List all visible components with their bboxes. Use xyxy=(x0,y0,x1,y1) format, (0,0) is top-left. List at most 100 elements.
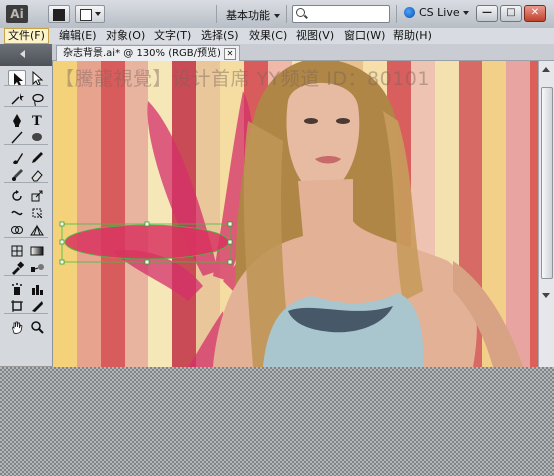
symbol-sprayer-icon xyxy=(12,283,22,295)
width-icon xyxy=(11,210,23,216)
bridge-icon xyxy=(53,9,65,21)
menu-bar: 文件(F) 编辑(E) 对象(O) 文字(T) 选择(S) 效果(C) 视图(V… xyxy=(0,28,554,45)
close-icon: ✕ xyxy=(530,7,540,18)
artwork xyxy=(59,61,523,367)
mesh-icon xyxy=(11,245,23,257)
tool-group-divider xyxy=(4,237,48,238)
tool-group-divider xyxy=(4,85,48,86)
selection-icon xyxy=(14,73,23,86)
type-tool[interactable]: T xyxy=(28,112,46,128)
free-transform-tool[interactable] xyxy=(28,205,46,221)
vertical-scrollbar[interactable] xyxy=(538,61,554,367)
cs-live-label: CS Live xyxy=(419,6,460,19)
scroll-down-icon[interactable] xyxy=(542,293,550,298)
perspective-grid-tool[interactable] xyxy=(28,222,46,238)
menu-view[interactable]: 视图(V) xyxy=(293,29,337,43)
menu-type[interactable]: 文字(T) xyxy=(151,29,194,43)
paintbrush-icon xyxy=(13,153,23,165)
arrange-documents-icon xyxy=(80,9,92,21)
blob-brush-icon xyxy=(12,169,23,181)
tool-group-divider xyxy=(4,144,48,145)
ellipse-tool[interactable] xyxy=(28,129,46,145)
zoom-icon xyxy=(31,321,44,334)
chevron-down-icon xyxy=(462,11,469,15)
search-input[interactable] xyxy=(309,7,383,19)
blend-icon xyxy=(31,264,44,272)
perspective-grid-icon xyxy=(30,224,44,236)
document-tab[interactable]: 杂志背景.ai* @ 130% (RGB/预览) ✕ xyxy=(56,45,240,61)
gradient-icon xyxy=(30,246,44,256)
tool-group-divider xyxy=(4,313,48,314)
type-icon: T xyxy=(32,114,42,127)
eyedropper-tool[interactable] xyxy=(8,260,26,276)
tools-panel: T ⇆ xyxy=(0,44,53,402)
direct-selection-tool[interactable] xyxy=(28,70,46,86)
menu-file[interactable]: 文件(F) xyxy=(4,28,49,44)
tool-group-divider xyxy=(4,275,48,276)
blob-brush-tool[interactable] xyxy=(8,167,26,183)
free-transform-icon xyxy=(32,208,43,219)
eraser-tool[interactable] xyxy=(28,167,46,183)
artboard-canvas[interactable]: 【騰龍視覺】设计首席 YY频道 ID：80101 xyxy=(53,61,554,367)
tools-panel-header[interactable] xyxy=(0,44,52,66)
rotate-tool[interactable] xyxy=(8,188,26,204)
pencil-tool[interactable] xyxy=(28,150,46,166)
search-icon xyxy=(296,8,305,17)
eraser-icon xyxy=(31,170,43,182)
restore-icon: □ xyxy=(506,7,516,18)
column-graph-tool[interactable] xyxy=(28,281,46,297)
slice-tool[interactable] xyxy=(28,298,46,314)
search-field[interactable] xyxy=(292,5,390,23)
selection-tool[interactable] xyxy=(8,70,26,86)
title-bar: Ai 基本功能 CS Live — □ ✕ xyxy=(0,0,554,29)
rotate-icon xyxy=(12,190,22,201)
document-tab-label: 杂志背景.ai* @ 130% (RGB/预览) xyxy=(63,48,221,59)
restore-button[interactable]: □ xyxy=(500,5,522,22)
watermark-text: 【騰龍視覺】设计首席 YY频道 ID：80101 xyxy=(55,68,430,90)
hand-tool[interactable] xyxy=(8,319,26,335)
paintbrush-tool[interactable] xyxy=(8,150,26,166)
menu-select[interactable]: 选择(S) xyxy=(198,29,242,43)
chevron-down-icon xyxy=(274,14,280,18)
gradient-tool[interactable] xyxy=(28,243,46,259)
minimize-button[interactable]: — xyxy=(476,5,498,22)
line-tool[interactable] xyxy=(8,129,26,145)
bridge-button[interactable] xyxy=(48,5,70,23)
symbol-sprayer-tool[interactable] xyxy=(8,281,26,297)
scroll-up-icon[interactable] xyxy=(542,67,550,72)
width-tool[interactable] xyxy=(8,205,26,221)
slice-icon xyxy=(32,301,43,312)
magic-wand-tool[interactable] xyxy=(8,91,26,107)
hand-icon xyxy=(12,321,23,334)
workspace-switcher[interactable]: 基本功能 xyxy=(226,7,280,23)
close-button[interactable]: ✕ xyxy=(524,5,546,22)
menu-effect[interactable]: 效果(C) xyxy=(246,29,290,43)
menu-window[interactable]: 窗口(W) xyxy=(341,29,388,43)
menu-help[interactable]: 帮助(H) xyxy=(390,29,435,43)
collapse-icon xyxy=(20,50,25,58)
scale-tool[interactable] xyxy=(28,188,46,204)
close-tab-icon[interactable]: ✕ xyxy=(223,48,236,60)
chevron-down-icon xyxy=(95,12,101,16)
blend-tool[interactable] xyxy=(28,260,46,276)
transparent-area xyxy=(0,367,554,476)
cs-live-button[interactable]: CS Live xyxy=(404,6,469,19)
pen-icon xyxy=(13,114,21,127)
menu-object[interactable]: 对象(O) xyxy=(103,29,148,43)
pen-tool[interactable] xyxy=(8,112,26,128)
artboard-tool[interactable] xyxy=(8,298,26,314)
zoom-tool[interactable] xyxy=(28,319,46,335)
lasso-tool[interactable] xyxy=(28,91,46,107)
document-tab-bar: 杂志背景.ai* @ 130% (RGB/预览) ✕ xyxy=(52,44,554,61)
menu-edit[interactable]: 编辑(E) xyxy=(56,29,100,43)
tool-group-divider xyxy=(4,106,48,107)
ellipse-icon xyxy=(32,133,42,141)
scrollbar-thumb[interactable] xyxy=(541,87,553,279)
lasso-icon xyxy=(32,93,44,106)
pencil-icon xyxy=(32,152,43,163)
shape-builder-tool[interactable] xyxy=(8,222,26,238)
cs-live-icon xyxy=(404,7,415,18)
arrange-documents-button[interactable] xyxy=(75,5,105,23)
mesh-tool[interactable] xyxy=(8,243,26,259)
minimize-icon: — xyxy=(482,7,492,18)
